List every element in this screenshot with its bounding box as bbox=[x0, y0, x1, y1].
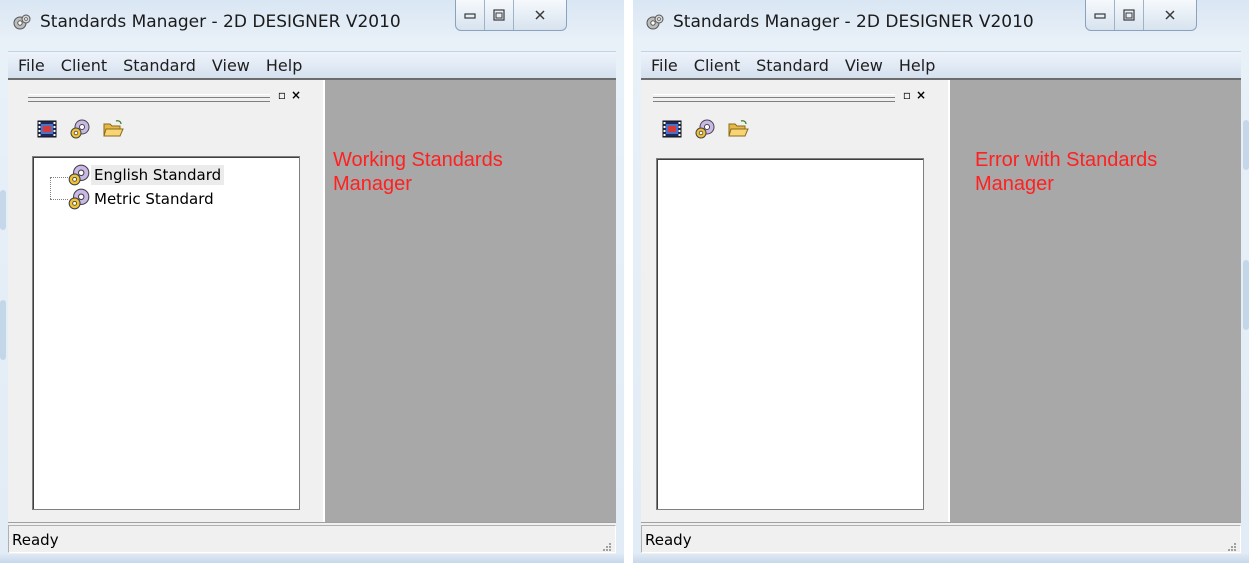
standards-manager-window-working: Standards Manager - 2D DESIGNER V2010 Fi… bbox=[0, 0, 624, 563]
maximize-button[interactable] bbox=[485, 0, 514, 30]
annotation-line: Working Standards bbox=[333, 149, 503, 171]
status-bar: Ready bbox=[641, 522, 1241, 555]
client-area: ▫ × bbox=[8, 78, 616, 522]
tree-item-metric-standard[interactable]: Metric Standard bbox=[67, 187, 217, 211]
glass-reflection bbox=[1243, 120, 1249, 170]
caption-buttons bbox=[455, 0, 567, 31]
menu-standard[interactable]: Standard bbox=[115, 56, 204, 75]
gears-icon[interactable] bbox=[69, 118, 91, 140]
dock-grip[interactable] bbox=[653, 94, 895, 102]
menu-view[interactable]: View bbox=[837, 56, 891, 75]
annotation-text: Error with Standards Manager bbox=[975, 148, 1157, 196]
maximize-button[interactable] bbox=[1115, 0, 1144, 30]
menu-file[interactable]: File bbox=[8, 56, 53, 75]
status-pane bbox=[8, 525, 616, 553]
window-frame-bottom[interactable] bbox=[0, 554, 624, 563]
menu-client[interactable]: Client bbox=[53, 56, 115, 75]
resize-grip-icon[interactable] bbox=[600, 540, 612, 552]
standards-tree-empty[interactable] bbox=[656, 158, 924, 510]
app-icon bbox=[646, 14, 664, 30]
dock-close-button[interactable]: × bbox=[915, 89, 927, 101]
annotation-line: Manager bbox=[975, 173, 1054, 195]
standards-tree[interactable]: English Standard Metric Standard bbox=[32, 156, 300, 510]
window-title: Standards Manager - 2D DESIGNER V2010 bbox=[673, 12, 1034, 32]
open-folder-icon[interactable] bbox=[102, 118, 124, 140]
mdi-workspace: Error with Standards Manager bbox=[948, 80, 1241, 522]
status-text: Ready bbox=[12, 531, 59, 549]
mdi-workspace: Working Standards Manager bbox=[323, 80, 616, 522]
tree-item-label: Metric Standard bbox=[94, 190, 214, 208]
resize-grip-icon[interactable] bbox=[1225, 540, 1237, 552]
standards-dock-pane: ▫ × bbox=[641, 80, 945, 522]
menu-standard[interactable]: Standard bbox=[748, 56, 837, 75]
tree-item-label: English Standard bbox=[91, 165, 225, 185]
menu-file[interactable]: File bbox=[641, 56, 686, 75]
window-frame-bottom[interactable] bbox=[633, 554, 1249, 563]
minimize-button[interactable] bbox=[456, 0, 485, 30]
tree-connector bbox=[50, 177, 68, 178]
pane-toolbar bbox=[36, 118, 124, 140]
film-icon[interactable] bbox=[661, 118, 683, 140]
glass-reflection bbox=[0, 300, 6, 360]
app-icon bbox=[13, 14, 31, 30]
title-bar[interactable]: Standards Manager - 2D DESIGNER V2010 bbox=[633, 0, 1249, 40]
glass-reflection bbox=[1243, 260, 1249, 330]
menu-view[interactable]: View bbox=[204, 56, 258, 75]
tree-item-english-standard[interactable]: English Standard bbox=[67, 163, 225, 187]
close-icon bbox=[1165, 10, 1175, 20]
title-bar[interactable]: Standards Manager - 2D DESIGNER V2010 bbox=[0, 0, 624, 40]
menu-bar: File Client Standard View Help bbox=[641, 51, 1241, 79]
menu-bar: File Client Standard View Help bbox=[8, 51, 616, 79]
status-pane bbox=[641, 525, 1241, 553]
annotation-line: Manager bbox=[333, 173, 412, 195]
caption-buttons bbox=[1085, 0, 1197, 31]
standards-manager-window-error: Standards Manager - 2D DESIGNER V2010 Fi… bbox=[633, 0, 1249, 563]
gears-icon bbox=[68, 188, 90, 210]
glass-reflection bbox=[0, 190, 6, 230]
minimize-icon bbox=[1094, 13, 1106, 19]
minimize-icon bbox=[464, 13, 476, 19]
dock-maximize-button[interactable]: ▫ bbox=[901, 89, 913, 101]
minimize-button[interactable] bbox=[1086, 0, 1115, 30]
annotation-text: Working Standards Manager bbox=[333, 148, 503, 196]
open-folder-icon[interactable] bbox=[727, 118, 749, 140]
window-title: Standards Manager - 2D DESIGNER V2010 bbox=[40, 12, 401, 32]
gears-icon bbox=[68, 164, 90, 186]
maximize-icon bbox=[493, 9, 505, 21]
annotation-line: Error with Standards bbox=[975, 149, 1158, 171]
close-icon bbox=[535, 10, 545, 20]
client-area: ▫ × bbox=[641, 78, 1241, 522]
film-icon[interactable] bbox=[36, 118, 58, 140]
dock-close-button[interactable]: × bbox=[290, 89, 302, 101]
status-bar: Ready bbox=[8, 522, 616, 555]
menu-help[interactable]: Help bbox=[891, 56, 943, 75]
gears-icon[interactable] bbox=[694, 118, 716, 140]
dock-grip[interactable] bbox=[28, 94, 270, 102]
menu-client[interactable]: Client bbox=[686, 56, 748, 75]
standards-dock-pane: ▫ × bbox=[8, 80, 319, 522]
close-button[interactable] bbox=[514, 0, 566, 30]
menu-help[interactable]: Help bbox=[258, 56, 310, 75]
dock-maximize-button[interactable]: ▫ bbox=[276, 89, 288, 101]
tree-connector bbox=[50, 177, 51, 199]
tree-connector bbox=[50, 199, 68, 200]
close-button[interactable] bbox=[1144, 0, 1196, 30]
pane-toolbar bbox=[661, 118, 749, 140]
maximize-icon bbox=[1123, 9, 1135, 21]
status-text: Ready bbox=[645, 531, 692, 549]
